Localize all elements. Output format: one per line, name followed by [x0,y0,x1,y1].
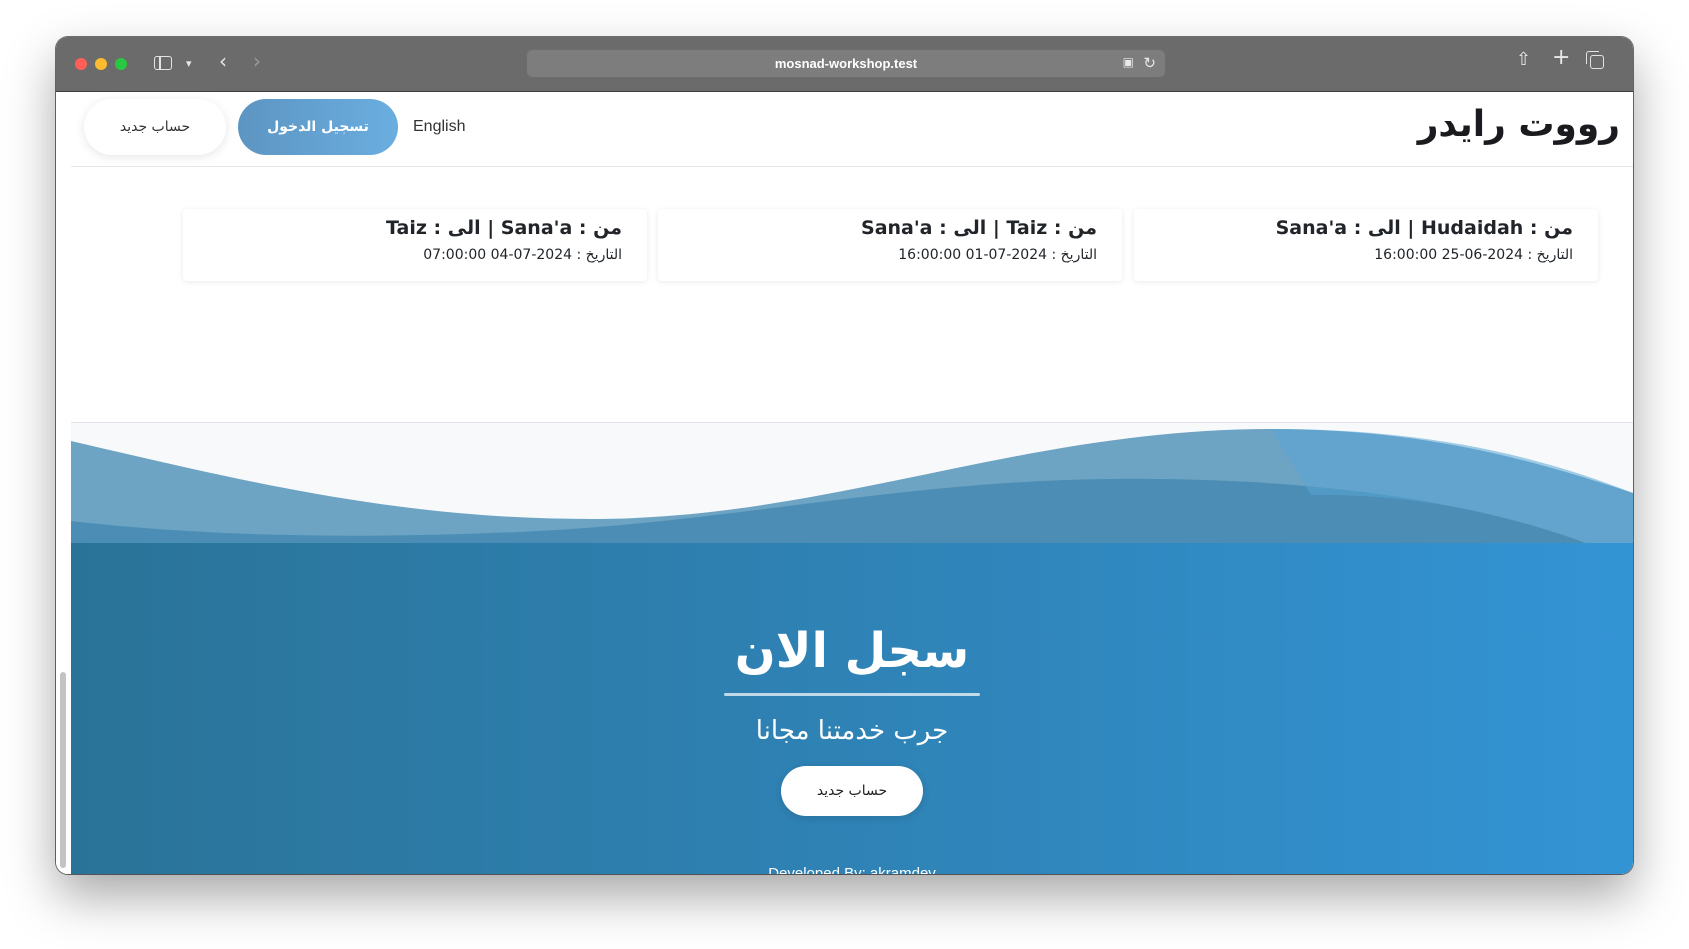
translate-icon[interactable]: ▣ [1123,55,1134,69]
cta-register-button[interactable]: حساب جديد [781,766,923,816]
close-window-button[interactable] [75,58,87,70]
trip-card[interactable]: من : Sana'a | الى : Taiz التاريخ : 2024-… [183,209,647,281]
chevron-down-icon[interactable]: ▾ [186,56,192,72]
site-brand[interactable]: رووت رايدر [1418,104,1620,145]
trip-route: من : Hudaidah | الى : Sana'a [1275,217,1573,239]
sidebar-toggle-icon[interactable] [154,56,172,70]
language-switch-link[interactable]: English [413,118,465,136]
trip-card[interactable]: من : Taiz | الى : Sana'a التاريخ : 2024-… [658,209,1122,281]
forward-arrow-icon[interactable]: › [253,51,261,71]
signup-cta-section: سجل الان جرب خدمتنا مجانا حساب جديد Deve… [71,422,1633,874]
trip-route: من : Taiz | الى : Sana'a [861,217,1097,239]
minimize-window-button[interactable] [95,58,107,70]
cta-title: سجل الان [734,623,970,679]
page-content: رووت رايدر حساب جديد تسجيل الدخول Englis… [71,92,1633,874]
footer-credit: Developed By: akramdev [768,865,936,874]
back-arrow-icon[interactable]: ‹ [219,51,227,71]
reload-icon[interactable]: ↻ [1143,54,1156,72]
address-bar[interactable]: mosnad-workshop.test ▣ ↻ [526,49,1166,78]
tab-overview-icon[interactable] [1586,51,1604,69]
page-scrollbar[interactable] [60,672,66,868]
wave-decoration [71,423,1633,543]
share-icon[interactable]: ⇧ [1516,51,1531,69]
register-button[interactable]: حساب جديد [84,99,226,155]
login-button[interactable]: تسجيل الدخول [238,99,398,155]
trip-date: التاريخ : 2024-07-01 16:00:00 [898,247,1097,263]
trip-card[interactable]: من : Hudaidah | الى : Sana'a التاريخ : 2… [1134,209,1598,281]
fullscreen-window-button[interactable] [115,58,127,70]
cta-divider [724,693,980,696]
url-text: mosnad-workshop.test [774,56,918,71]
cta-content: سجل الان جرب خدمتنا مجانا حساب جديد [71,623,1633,816]
trip-date: التاريخ : 2024-06-25 16:00:00 [1374,247,1573,263]
browser-toolbar: ▾ ‹ › mosnad-workshop.test ▣ ↻ ⇧ + [56,37,1633,92]
new-tab-icon[interactable]: + [1552,47,1570,69]
browser-window: ▾ ‹ › mosnad-workshop.test ▣ ↻ ⇧ + رووت … [56,37,1633,874]
site-navbar: رووت رايدر حساب جديد تسجيل الدخول Englis… [71,92,1633,167]
trip-date: التاريخ : 2024-07-04 07:00:00 [423,247,622,263]
page-viewport: رووت رايدر حساب جديد تسجيل الدخول Englis… [56,92,1633,874]
trip-route: من : Sana'a | الى : Taiz [386,217,622,239]
cta-subtitle: جرب خدمتنا مجانا [755,716,949,746]
